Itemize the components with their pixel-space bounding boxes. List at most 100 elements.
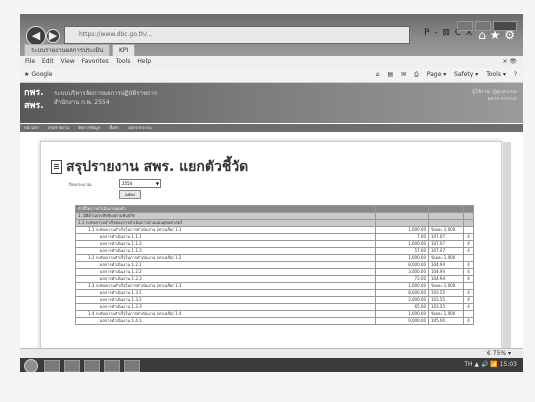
command-bar: ⌂ ▤ ✉ ⎙ Page ▾ Safety ▾ Tools ▾ ? xyxy=(370,68,517,82)
report-row-flag[interactable]: 4 xyxy=(463,275,474,283)
report-row-unit: ร้อยละ 1,000 xyxy=(428,226,464,234)
report-row-unit: 104.94 xyxy=(428,261,464,269)
window-controls[interactable] xyxy=(455,16,517,35)
report-row-value: 2,000.00 xyxy=(375,296,429,304)
report-row-label: ผลการดำเนินงาน 1.1.3 xyxy=(75,247,376,255)
taskbar-app-5[interactable] xyxy=(124,360,140,372)
mail-icon[interactable]: ✉ xyxy=(401,71,406,78)
nav-item-home[interactable]: หน้าแรก xyxy=(24,125,39,130)
menu-edit[interactable]: Edit xyxy=(42,58,54,65)
menu-view[interactable]: View xyxy=(61,58,75,65)
menubar-corner-icons[interactable]: × 👁 xyxy=(502,56,517,68)
report-row-flag[interactable]: 4 xyxy=(463,289,474,297)
nav-item-report[interactable]: สรุปรายงาน xyxy=(48,125,69,130)
back-button[interactable]: ◀ xyxy=(26,26,46,46)
year-select[interactable]: 2554 ▼ xyxy=(119,179,161,188)
page-scrollbar[interactable] xyxy=(503,142,511,372)
report-row-flag[interactable]: 4 xyxy=(463,261,474,269)
taskbar-app-2[interactable] xyxy=(64,360,80,372)
report-row-unit: 103.55 xyxy=(428,303,464,311)
print-icon[interactable]: ⎙ xyxy=(414,71,419,78)
report-row-label: 1. มิติด้านประสิทธิผลตามพันธกิจ xyxy=(75,212,376,220)
favorite-google-link[interactable]: Google xyxy=(31,71,52,78)
year-select-value: 2554 xyxy=(122,181,133,186)
home-icon[interactable]: ⌂ xyxy=(376,71,380,78)
table-row: 1.1 ระดับความสำเร็จในการดำเนินงาน (ค่าเฉ… xyxy=(75,226,474,234)
table-row: 1. มิติด้านประสิทธิผลตามพันธกิจ xyxy=(75,212,474,220)
report-row-flag[interactable]: 4 xyxy=(463,317,474,325)
system-tray[interactable]: TH ▲ 🔊 📶 15:03 xyxy=(464,358,517,372)
help-icon[interactable]: ? xyxy=(514,71,517,78)
report-row-unit: 104.94 xyxy=(428,275,464,283)
taskbar-app-1[interactable] xyxy=(44,360,60,372)
nav-item-logout[interactable]: ออกจากระบบ xyxy=(128,125,152,130)
table-row: ผลการดำเนินงาน 1.3.2 2,000.00 103.55 4 xyxy=(75,296,474,304)
start-button[interactable] xyxy=(24,359,38,372)
report-row-value: 1,000.00 xyxy=(375,254,429,262)
address-bar[interactable]: https://www.dbc.go.th/... xyxy=(64,26,410,44)
favorites-star-icon[interactable]: ★ xyxy=(24,71,29,78)
report-row-flag[interactable]: 4 xyxy=(463,268,474,276)
taskbar-app-4[interactable] xyxy=(104,360,120,372)
report-row-flag xyxy=(463,282,474,290)
tools-menu[interactable]: Tools ▾ xyxy=(486,71,506,78)
report-row-label: ผลการดำเนินงาน 1.2.2 xyxy=(75,268,376,276)
logo-line-2: สพร. xyxy=(24,101,44,111)
menu-file[interactable]: File xyxy=(25,58,35,65)
safety-menu[interactable]: Safety ▾ xyxy=(454,71,478,78)
close-icon[interactable] xyxy=(493,21,517,31)
site-header: กพร. สพร. ระบบบริหารจัดการผลการปฏิบัติรา… xyxy=(20,83,523,123)
menu-tools[interactable]: Tools xyxy=(116,58,131,65)
report-row-flag xyxy=(463,212,474,220)
chevron-down-icon: ▼ xyxy=(155,181,159,186)
logo-line-1: กพร. xyxy=(24,88,44,98)
report-row-unit xyxy=(428,205,464,213)
site-title-line-1: ระบบบริหารจัดการผลการปฏิบัติราชการ xyxy=(54,90,158,97)
page-menu[interactable]: Page ▾ xyxy=(427,71,446,78)
report-row-label: ผลการดำเนินงาน 1.3.1 xyxy=(75,289,376,297)
table-row: 1.2 ระดับความสำเร็จในการดำเนินงาน (ค่าเฉ… xyxy=(75,254,474,262)
report-row-label: ตัวชี้วัดการดำเนินงานทุกตัว xyxy=(75,205,376,213)
menu-help[interactable]: Help xyxy=(137,58,151,65)
taskbar-app-3[interactable] xyxy=(84,360,100,372)
site-logo[interactable]: กพร. สพร. xyxy=(24,87,50,115)
report-row-value: 57.00 xyxy=(375,247,429,255)
report-row-value: 3,000.00 xyxy=(375,268,429,276)
feeds-icon[interactable]: ▤ xyxy=(387,71,393,78)
table-row: ผลการดำเนินงาน 1.1.2 1,000.00 107.07 4 xyxy=(75,240,474,248)
forward-button[interactable]: ▶ xyxy=(46,29,60,43)
report-row-label: ผลการดำเนินงาน 1.1.1 xyxy=(75,233,376,241)
table-row: ผลการดำเนินงาน 1.3.3 65.00 103.55 4 xyxy=(75,303,474,311)
site-title-line-2: สำนักงาน ก.พ. 2554 xyxy=(54,99,110,106)
nav-item-settings[interactable]: ตั้งค่า xyxy=(109,125,118,130)
maximize-icon[interactable] xyxy=(475,21,491,31)
report-row-flag[interactable]: 4 xyxy=(463,247,474,255)
report-row-label: ผลการดำเนินงาน 1.3.3 xyxy=(75,303,376,311)
report-row-value: 65.00 xyxy=(375,303,429,311)
show-button[interactable]: แสดง xyxy=(119,190,141,199)
report-row-label: ผลการดำเนินงาน 1.3.2 xyxy=(75,296,376,304)
report-row-flag[interactable]: 4 xyxy=(463,296,474,304)
table-row: ผลการดำเนินงาน 1.2.3 73.00 104.94 4 xyxy=(75,275,474,283)
table-row: 1.3 ระดับความสำเร็จในการดำเนินงาน (ค่าเฉ… xyxy=(75,282,474,290)
menu-favorites[interactable]: Favorites xyxy=(82,58,109,65)
report-row-unit xyxy=(428,212,464,220)
report-row-flag[interactable]: 4 xyxy=(463,240,474,248)
report-row-unit: 104.94 xyxy=(428,268,464,276)
logout-link[interactable]: ออกจากระบบ xyxy=(472,96,517,103)
report-row-flag[interactable]: 4 xyxy=(463,233,474,241)
report-row-unit: 107.07 xyxy=(428,240,464,248)
minimize-icon[interactable] xyxy=(457,21,473,31)
report-row-value xyxy=(375,212,429,220)
report-row-flag[interactable]: 4 xyxy=(463,303,474,311)
report-row-value: 8,000.00 xyxy=(375,289,429,297)
report-row-unit: 107.07 xyxy=(428,233,464,241)
nav-item-data[interactable]: จัดการข้อมูล xyxy=(78,125,100,130)
report-card: สรุปรายงาน สพร. แยกตัวชี้วัด ปีงบประมาณ … xyxy=(40,141,511,372)
report-row-unit: ร้อยละ 1,000 xyxy=(428,282,464,290)
menu-bar: File Edit View Favorites Tools Help × 👁 xyxy=(20,56,523,68)
report-row-value: 73.00 xyxy=(375,275,429,283)
report-row-value: 8,000.00 xyxy=(375,261,429,269)
table-row: ผลการดำเนินงาน 1.2.2 3,000.00 104.94 4 xyxy=(75,268,474,276)
report-row-label: 1.1 ระดับความสำเร็จในการดำเนินงาน (ค่าเฉ… xyxy=(75,226,376,234)
